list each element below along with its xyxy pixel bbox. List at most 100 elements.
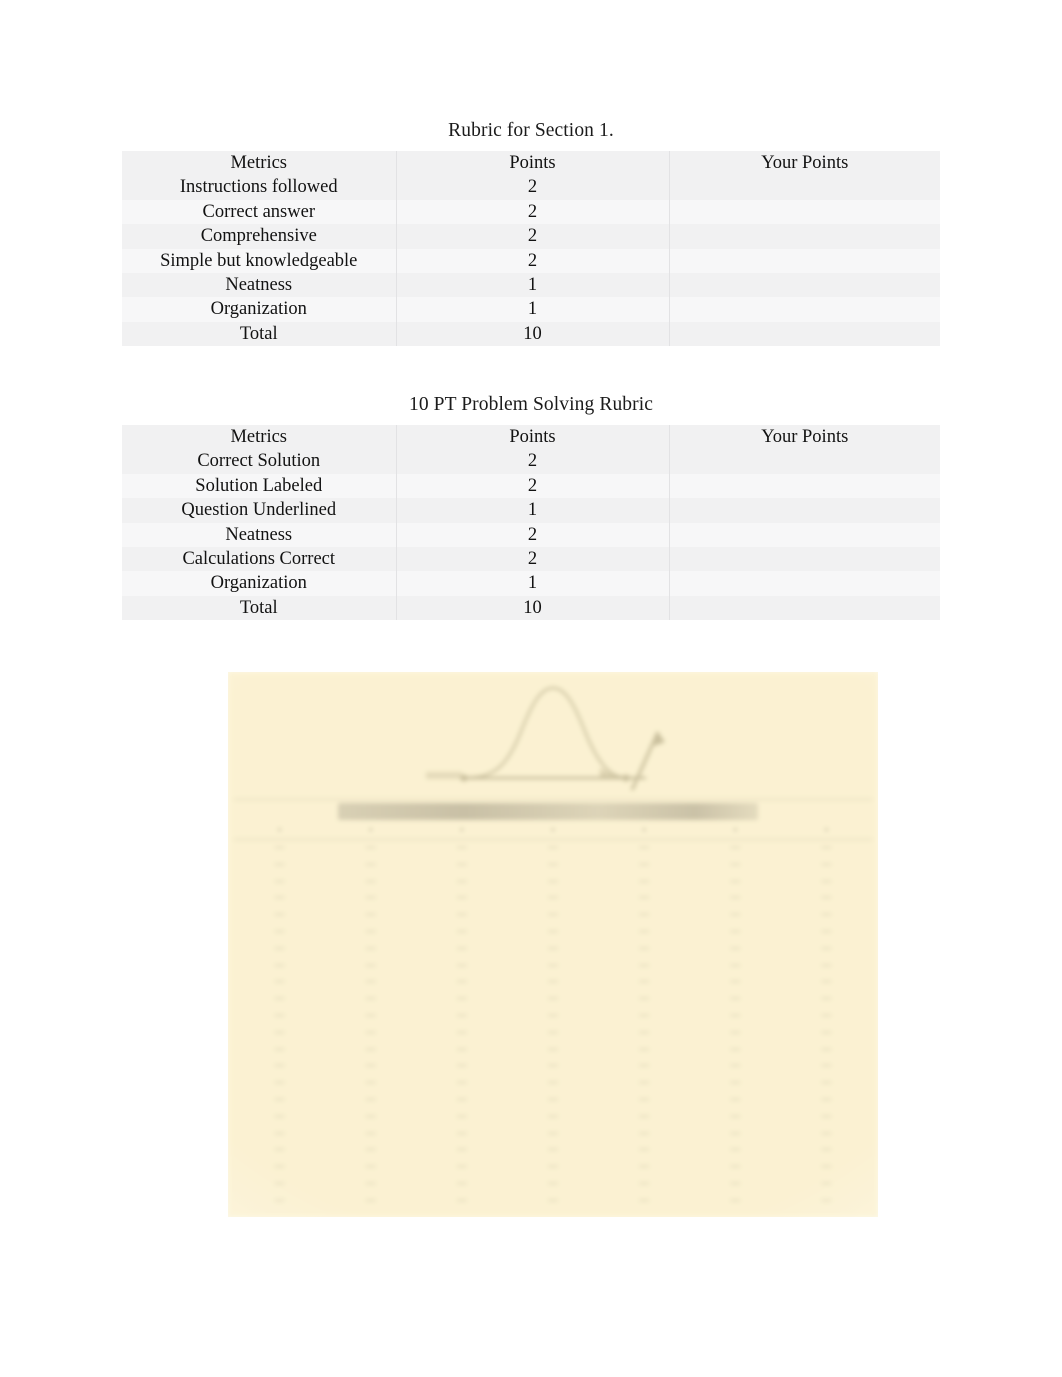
scan-table-cell: •••• [730,1146,741,1155]
cell-metric: Total [122,595,396,621]
scan-table-cell: •••• [821,1196,832,1205]
scan-table-cell: •••• [639,1028,650,1037]
scan-table-cell: •••• [730,944,741,953]
cell-points: 2 [395,449,670,474]
scan-table-cell: •••• [548,844,558,852]
scan-divider-top [234,799,872,800]
cell-metric: Neatness [122,273,396,298]
cell-metric: Question Underlined [122,498,396,523]
scan-table-cell: •••• [365,860,376,869]
scan-table-cell: •••• [639,978,650,987]
scan-table-cell: •••• [821,1163,832,1172]
scan-table-cell: •••• [730,1011,741,1020]
scan-table-column: • •••• •••• •••• •••• •••• •••• •••• •••• •••• •••… [260,822,300,1210]
cell-your-points[interactable] [669,199,940,225]
scan-table-cell: •••• [365,978,376,987]
table-row: Simple but knowledgeable 2 [122,248,940,274]
scan-table-cell: •••• [821,1062,832,1071]
scan-table-cell: •••• [456,911,467,920]
scan-table-column: • •••• •••• •••• •••• •••• •••• •••• •••• •••• •••… [715,822,755,1210]
cell-your-points[interactable] [669,473,940,499]
cell-your-points[interactable] [669,522,940,548]
scan-table-cell: •••• [548,927,558,936]
scan-table-cell: •••• [274,944,285,953]
scan-table-cell: •••• [456,1112,467,1121]
column-header-metrics: Metrics [122,425,396,450]
cell-your-points[interactable] [669,547,940,572]
scan-table-cell: •••• [274,1079,285,1088]
scan-column-header: • [824,825,828,835]
cell-your-points[interactable] [669,498,940,523]
scan-table-cell: •••• [274,1062,285,1071]
scan-table-cell: •••• [548,894,558,903]
scan-table-cell: •••• [456,978,467,987]
scan-table-cell: •••• [365,844,376,852]
scan-table-cell: •••• [639,1112,650,1121]
scan-table-cell: •••• [548,995,558,1004]
scan-table-cell: •••• [821,1079,832,1088]
scan-table-cell: •••• [274,911,285,920]
cell-your-points[interactable] [669,321,940,347]
scan-table-cell: •••• [365,927,376,936]
scan-table-cell: •••• [274,1146,285,1155]
scan-table-cell: •••• [639,860,650,869]
scan-table-cell: •••• [821,844,832,852]
scan-table-cell: •••• [730,1079,741,1088]
cell-your-points[interactable] [669,248,940,274]
cell-your-points[interactable] [669,449,940,474]
cell-metric: Organization [122,571,396,596]
scan-table-cell: •••• [548,1028,558,1037]
cell-metric: Correct Solution [122,449,396,474]
cell-points: 1 [395,297,670,322]
cell-metric: Solution Labeled [122,473,396,499]
table-row: Organization 1 [122,297,940,322]
cell-metric: Simple but knowledgeable [122,248,396,274]
scan-column-header: • [642,825,646,835]
scan-table-cell: •••• [456,860,467,869]
scan-table-cell: •••• [548,1146,558,1155]
scan-table-cell: •••• [456,844,467,852]
scan-table-cell: •••• [639,1045,650,1054]
scan-table-cell: •••• [548,911,558,920]
cell-your-points[interactable] [669,273,940,298]
table-row: Question Underlined 1 [122,498,940,523]
scan-table-cell: •••• [456,1028,467,1037]
scan-table-cell: •••• [365,1045,376,1054]
scan-table-cell: •••• [365,944,376,953]
scan-table-cell: •••• [730,844,741,852]
scan-table-cell: •••• [821,1129,832,1138]
cell-metric: Comprehensive [122,224,396,249]
scan-table-cell: •••• [548,1011,558,1020]
scan-table-cell: •••• [730,1095,741,1104]
cell-points: 1 [395,498,670,523]
cell-metric: Instructions followed [122,175,396,200]
scan-table-cell: •••• [821,978,832,987]
scan-table-cell: •••• [821,1045,832,1054]
cell-your-points[interactable] [669,297,940,322]
scan-table-cell: •••• [730,877,741,886]
table-row: Correct answer 2 [122,199,940,225]
scan-table-cell: •••• [274,1028,285,1037]
scan-table-cell: •••• [456,961,467,970]
cell-your-points[interactable] [669,224,940,249]
scan-table-cell: •••• [821,1179,832,1188]
cell-points: 2 [395,199,670,225]
scan-table-grid: • •••• •••• •••• •••• •••• •••• •••• •••• •••• •••… [234,822,872,1214]
scan-table-cell: •••• [456,1163,467,1172]
scan-table-cell: •••• [456,944,467,953]
cell-your-points[interactable] [669,595,940,621]
scan-table-cell: •••• [821,944,832,953]
scan-table-cell: •••• [548,860,558,869]
scan-table-cell: •••• [548,978,558,987]
cell-your-points[interactable] [669,175,940,200]
scan-table-cell: •••• [274,1011,285,1020]
scan-table-cell: •••• [639,1011,650,1020]
cell-your-points[interactable] [669,571,940,596]
scan-table-cell: •••• [456,1179,467,1188]
scan-table-cell: •••• [456,1062,467,1071]
section-1-table-wrap: Metrics Points Your Points Instructions … [122,151,940,347]
scan-table-cell: •••• [274,1196,285,1205]
scan-table-cell: •••• [548,1196,558,1205]
rubric-section-2: 10 PT Problem Solving Rubric Metrics Poi… [0,392,1062,621]
scan-table-cell: •••• [274,877,285,886]
